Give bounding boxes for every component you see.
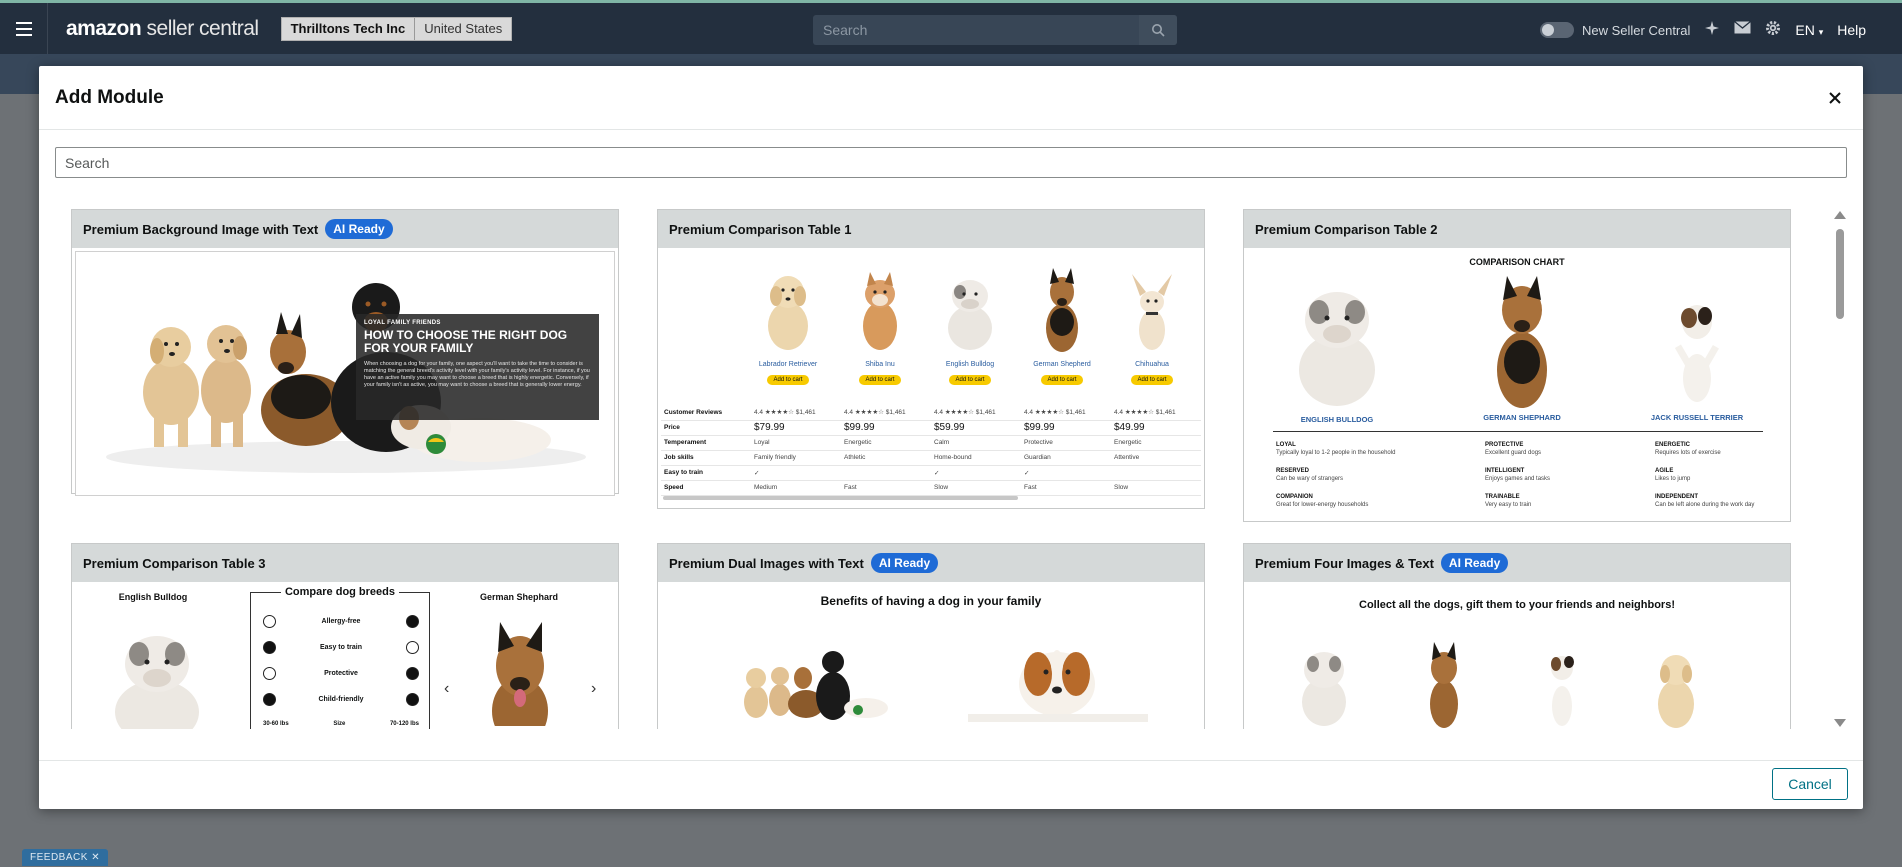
module-card-four-images-and-text[interactable]: Premium Four Images & Text AI Ready Coll…	[1243, 543, 1791, 729]
divider	[1273, 431, 1763, 432]
account-name: Thrilltons Tech Inc	[282, 17, 416, 40]
compare-breeds-box: Compare dog breeds Allergy-free Easy to …	[250, 586, 430, 729]
module-preview-image: COMPARISON CHART ENGLISH BULLDOG GERMAN …	[1245, 248, 1789, 521]
module-card-title: Premium Background Image with Text	[83, 221, 319, 237]
preview-comparison-table: Customer Reviews 4.4 ★★★★☆ $1,461 4.4 ★★★★…	[661, 405, 1201, 496]
module-card-comparison-table-3[interactable]: Premium Comparison Table 3 English Bulld…	[71, 543, 619, 729]
ai-ready-badge: AI Ready	[870, 553, 939, 573]
feature-indicator	[263, 615, 276, 628]
module-card-header: Premium Comparison Table 3	[72, 544, 618, 582]
dialog-title: Add Module	[55, 86, 164, 108]
preview-product-column: Chihuahua Add to cart	[1112, 266, 1192, 386]
close-icon[interactable]: ✕	[91, 852, 100, 863]
four-dog-images	[1302, 642, 1694, 728]
preview-product-column: English Bulldog Add to cart	[930, 266, 1010, 386]
feature-indicator	[406, 693, 419, 706]
dual-dog-images	[744, 650, 1148, 722]
module-card-premium-background-image[interactable]: Premium Background Image with Text AI Re…	[71, 209, 619, 496]
chevron-left-icon: ‹	[444, 680, 450, 697]
close-icon[interactable]	[1821, 84, 1849, 112]
add-module-dialog: Add Module Premium Background Image with…	[39, 66, 1863, 809]
ai-ready-badge: AI Ready	[325, 219, 393, 239]
module-card-comparison-table-2[interactable]: Premium Comparison Table 2 COMPARISON CH…	[1243, 209, 1791, 522]
feature-indicator	[263, 693, 276, 706]
module-card-title: Premium Four Images & Text	[1255, 555, 1434, 571]
help-link[interactable]: Help	[1837, 22, 1866, 38]
scrollbar-thumb[interactable]	[1836, 229, 1844, 319]
global-search[interactable]: Search	[813, 15, 1177, 45]
mail-icon[interactable]	[1734, 20, 1752, 39]
module-preview-image: English Bulldog German Shephard Compare …	[72, 582, 618, 729]
german-shepherd-image	[492, 622, 548, 726]
seller-central-logo[interactable]: amazon seller central	[66, 17, 259, 41]
chevron-down-icon: ▾	[1818, 27, 1824, 37]
dialog-footer: Cancel	[39, 760, 1863, 809]
module-card-header: Premium Four Images & Text AI Ready	[1244, 544, 1790, 582]
module-card-title: Premium Comparison Table 2	[1255, 221, 1438, 237]
gear-icon[interactable]	[1765, 20, 1781, 41]
language-selector[interactable]: EN ▾	[1795, 22, 1823, 38]
feature-indicator	[406, 615, 419, 628]
menu-icon[interactable]	[0, 3, 48, 54]
module-grid: Premium Background Image with Text AI Re…	[71, 209, 1831, 729]
module-card-comparison-table-1[interactable]: Premium Comparison Table 1 Labrador Retr…	[657, 209, 1205, 509]
account-country: United States	[424, 21, 503, 36]
search-icon[interactable]	[1139, 15, 1177, 45]
chevron-right-icon: ›	[591, 680, 597, 697]
module-preview-image: Labrador Retriever Add to cart Shiba Inu A…	[658, 248, 1204, 506]
comparison-dogs-image	[1299, 276, 1719, 408]
module-card-header: Premium Dual Images with Text AI Ready	[658, 544, 1204, 582]
new-seller-central-toggle[interactable]	[1540, 22, 1574, 38]
scroll-up-icon[interactable]	[1834, 211, 1846, 219]
module-card-title: Premium Comparison Table 3	[83, 555, 266, 571]
feature-indicator	[405, 667, 419, 680]
module-card-header: Premium Comparison Table 1	[658, 210, 1204, 248]
module-card-title: Premium Dual Images with Text	[669, 555, 864, 571]
module-card-title: Premium Comparison Table 1	[669, 221, 852, 237]
feedback-tab[interactable]: FEEDBACK ✕	[22, 849, 109, 866]
module-list-scrollbar[interactable]	[1832, 209, 1848, 729]
sparkle-icon[interactable]	[1704, 20, 1720, 41]
bulldog-image	[115, 636, 199, 729]
module-card-header: Premium Comparison Table 2	[1244, 210, 1790, 248]
module-preview-image: Benefits of having a dog in your family	[658, 582, 1204, 729]
top-navigation-bar: amazon seller central Thrilltons Tech In…	[0, 0, 1902, 54]
preview-product-column: German Shepherd Add to cart	[1022, 266, 1102, 386]
cancel-button[interactable]: Cancel	[1772, 768, 1848, 800]
module-card-header: Premium Background Image with Text AI Re…	[72, 210, 618, 248]
account-switcher[interactable]: Thrilltons Tech Inc United States	[280, 16, 513, 41]
feature-indicator	[405, 641, 419, 654]
module-card-dual-images-with-text[interactable]: Premium Dual Images with Text AI Ready B…	[657, 543, 1205, 729]
scroll-down-icon[interactable]	[1834, 719, 1846, 727]
preview-horizontal-scrollbar	[663, 496, 1018, 500]
module-preview-image: Collect all the dogs, gift them to your …	[1244, 582, 1790, 729]
module-preview-image: LOYAL FAMILY FRIENDS HOW TO CHOOSE THE R…	[75, 251, 615, 496]
global-search-input[interactable]: Search	[813, 22, 1139, 38]
module-search-input[interactable]	[55, 147, 1847, 178]
dialog-header: Add Module	[39, 66, 1863, 130]
feature-indicator	[263, 641, 276, 654]
preview-product-column: Labrador Retriever Add to cart	[748, 266, 828, 386]
new-seller-central-label: New Seller Central	[1582, 22, 1691, 38]
preview-text-overlay: LOYAL FAMILY FRIENDS HOW TO CHOOSE THE R…	[356, 314, 599, 420]
feature-indicator	[263, 667, 276, 680]
ai-ready-badge: AI Ready	[1440, 553, 1509, 573]
preview-product-column: Shiba Inu Add to cart	[840, 266, 920, 386]
